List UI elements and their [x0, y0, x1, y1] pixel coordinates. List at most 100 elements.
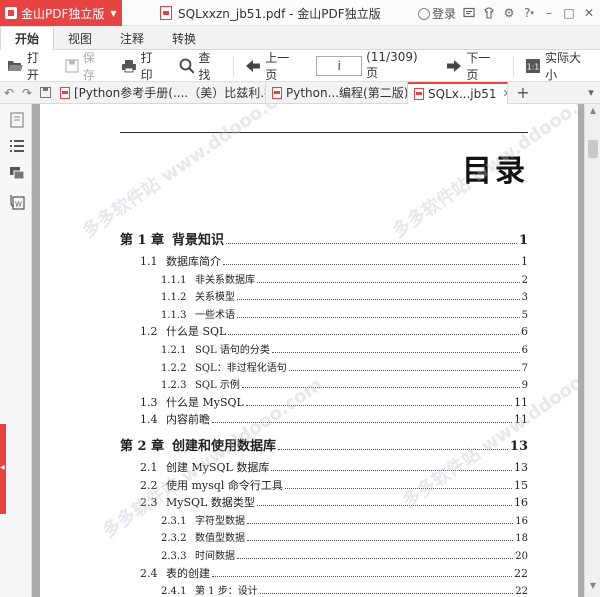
- find-button[interactable]: 查找: [172, 50, 230, 82]
- toc-entry[interactable]: 2.3 MySQL 数据类型 16: [140, 494, 528, 510]
- login-label: 登录: [431, 6, 456, 21]
- tab-annotate[interactable]: 注释: [106, 26, 158, 50]
- toc-entry[interactable]: 1.1.1 非关系数据库 2: [161, 271, 528, 286]
- comments-icon[interactable]: [9, 166, 25, 182]
- close-icon[interactable]: ✕: [582, 6, 596, 20]
- toc-entry-number: 2.4: [140, 566, 158, 580]
- panel-collapse-handle[interactable]: ◀: [0, 424, 6, 514]
- bookmark-list-icon[interactable]: [9, 138, 25, 154]
- message-icon[interactable]: [462, 6, 476, 20]
- scroll-down-icon[interactable]: ▼: [585, 581, 600, 595]
- scroll-up-icon[interactable]: ▲: [585, 106, 600, 120]
- toc-entry[interactable]: 第 2 章创建和使用数据库 13: [120, 435, 528, 454]
- attachment-icon[interactable]: W: [9, 194, 25, 210]
- toc-entry-page: 16: [515, 515, 528, 527]
- toc-entry-title: SQL 语句的分类: [195, 345, 270, 356]
- maximize-icon[interactable]: □: [562, 6, 576, 20]
- toc-entry-title: 使用 mysql 命令行工具: [166, 478, 283, 492]
- vertical-scrollbar[interactable]: ▲ ▼: [584, 104, 600, 597]
- find-label: 查找: [198, 50, 211, 82]
- toc-entry-title: 创建和使用数据库: [172, 439, 277, 454]
- doc-tab-python-reference[interactable]: [Python参考手册(....（美）比兹利.扫描版: [54, 81, 266, 104]
- thumbnail-icon[interactable]: [9, 112, 25, 128]
- doc-tab-sql[interactable]: SQLx...jb51 ✕: [408, 81, 508, 104]
- doc-tab-label: SQLx...jb51: [428, 86, 497, 101]
- print-button[interactable]: 打印: [114, 50, 172, 82]
- toc-entry-number: 1.4: [140, 413, 158, 427]
- help-icon[interactable]: ? ▾: [522, 6, 536, 20]
- toc-entry-number: 2.4.1: [161, 586, 187, 597]
- toc-entry-number: 1.2.3: [161, 380, 187, 392]
- toc-entry[interactable]: 1.2.1 SQL 语句的分类 6: [161, 341, 528, 356]
- toc-entry-page: 11: [514, 413, 528, 427]
- toc-entry[interactable]: 1.1.3 一些术语 5: [161, 306, 528, 321]
- toc-entry-title: 什么是 SQL: [166, 325, 227, 339]
- redo-icon[interactable]: ↷: [18, 82, 36, 104]
- new-tab-icon[interactable]: +: [512, 82, 534, 104]
- app-menu-button[interactable]: 金山PDF独立版 ▼: [0, 0, 122, 26]
- toc-entry-title: 数值型数据: [195, 533, 245, 545]
- tab-view[interactable]: 视图: [54, 26, 106, 50]
- next-page-label: 下一页: [466, 50, 491, 82]
- prev-page-button[interactable]: 上一页: [238, 50, 308, 82]
- prev-page-label: 上一页: [265, 50, 290, 82]
- toc-entry-number: 第 1 章: [120, 233, 165, 248]
- toc-entry-number: 1.2: [140, 325, 158, 339]
- toc-entry-page: 22: [514, 566, 528, 580]
- toc-entry[interactable]: 2.3.3 时间数据 20: [161, 547, 528, 562]
- watermark: 多多软件站 www.ddooo.com: [78, 104, 307, 243]
- toc-entry-page: 11: [514, 395, 528, 409]
- scrollbar-thumb[interactable]: [588, 140, 598, 158]
- toc-leader-dots: [256, 505, 512, 507]
- toc-entry[interactable]: 2.1 创建 MySQL 数据库 13: [140, 459, 528, 475]
- toc-entry-number: 2.2: [140, 478, 158, 492]
- toc-entry-page: 3: [521, 292, 528, 304]
- toc-entry[interactable]: 2.3.2 数值型数据 18: [161, 529, 528, 544]
- toc-entry[interactable]: 1.3 什么是 MySQL 11: [140, 394, 528, 410]
- page-count: (11/309) 页: [366, 50, 429, 81]
- actual-size-button[interactable]: 1:1 实际大小: [518, 50, 600, 82]
- app-logo-icon: [5, 7, 17, 19]
- doc-tab-label: [Python参考手册(....（美）比兹利.扫描版: [74, 86, 265, 100]
- toc-entry[interactable]: 1.1 数据库简介 1: [140, 253, 528, 269]
- toc-entry-page: 16: [514, 496, 528, 510]
- toc-entry[interactable]: 第 1 章背景知识 1: [120, 229, 528, 248]
- login-button[interactable]: 登录: [417, 5, 456, 22]
- toc-leader-dots: [247, 540, 514, 542]
- toc-entry-number: 2.3: [140, 496, 158, 510]
- toc-entry-number: 2.3.2: [161, 533, 187, 545]
- toc-entry-title: 内容前瞻: [166, 413, 210, 427]
- toc-entry-number: 1.2.2: [161, 362, 187, 374]
- open-button[interactable]: 打开: [0, 50, 58, 82]
- doc-tab-python-programming[interactable]: Python...编程(第二版): [266, 81, 408, 104]
- toolbar: 打开 保存 打印 查找 上一页 (11/309) 页 下一页 1:1 实际大小: [0, 50, 600, 82]
- toc-entry[interactable]: 1.1.2 关系模型 3: [161, 288, 528, 303]
- page-number-input[interactable]: [316, 55, 363, 76]
- tab-convert[interactable]: 转换: [158, 26, 210, 50]
- toc-entry[interactable]: 1.2.3 SQL 示例 9: [161, 376, 528, 391]
- settings-icon[interactable]: ⚙: [502, 6, 516, 20]
- toc-entry-title: 第 1 步：设计: [195, 586, 258, 597]
- toc-entry[interactable]: 2.2 使用 mysql 命令行工具 15: [140, 477, 528, 493]
- toc-entry[interactable]: 2.3.1 字符型数据 16: [161, 512, 528, 527]
- tab-home[interactable]: 开始: [0, 26, 55, 51]
- tab-list-icon[interactable]: ▾: [582, 86, 600, 99]
- toc-entry-page: 22: [515, 586, 528, 597]
- toc-entry-page: 6: [521, 345, 528, 356]
- toc-entry[interactable]: 2.4.1 第 1 步：设计 22: [161, 582, 528, 597]
- toc-entry[interactable]: 1.4 内容前瞻 11: [140, 411, 528, 427]
- toc-entry[interactable]: 1.2 什么是 SQL 6: [140, 323, 528, 339]
- undo-icon[interactable]: ↶: [0, 82, 18, 104]
- save-button[interactable]: 保存: [58, 50, 114, 82]
- toc-entry[interactable]: 1.2.2 SQL：非过程化语句 7: [161, 359, 528, 374]
- toc-entry-page: 1: [518, 233, 528, 248]
- quick-save-icon[interactable]: [36, 82, 54, 104]
- next-page-button[interactable]: 下一页: [439, 50, 509, 82]
- minimize-icon[interactable]: –: [542, 6, 556, 20]
- arrow-left-icon: [246, 59, 261, 72]
- svg-text:1:1: 1:1: [527, 62, 540, 71]
- document-viewer[interactable]: 目录 第 1 章背景知识 1 1.1 数据库简介 1 1.1.1 非关系数据库 2 1.1.2 关…: [32, 104, 584, 597]
- close-tab-icon[interactable]: ✕: [503, 87, 507, 100]
- toc-entry[interactable]: 2.4 表的创建 22: [140, 565, 528, 581]
- skin-icon[interactable]: [482, 6, 496, 20]
